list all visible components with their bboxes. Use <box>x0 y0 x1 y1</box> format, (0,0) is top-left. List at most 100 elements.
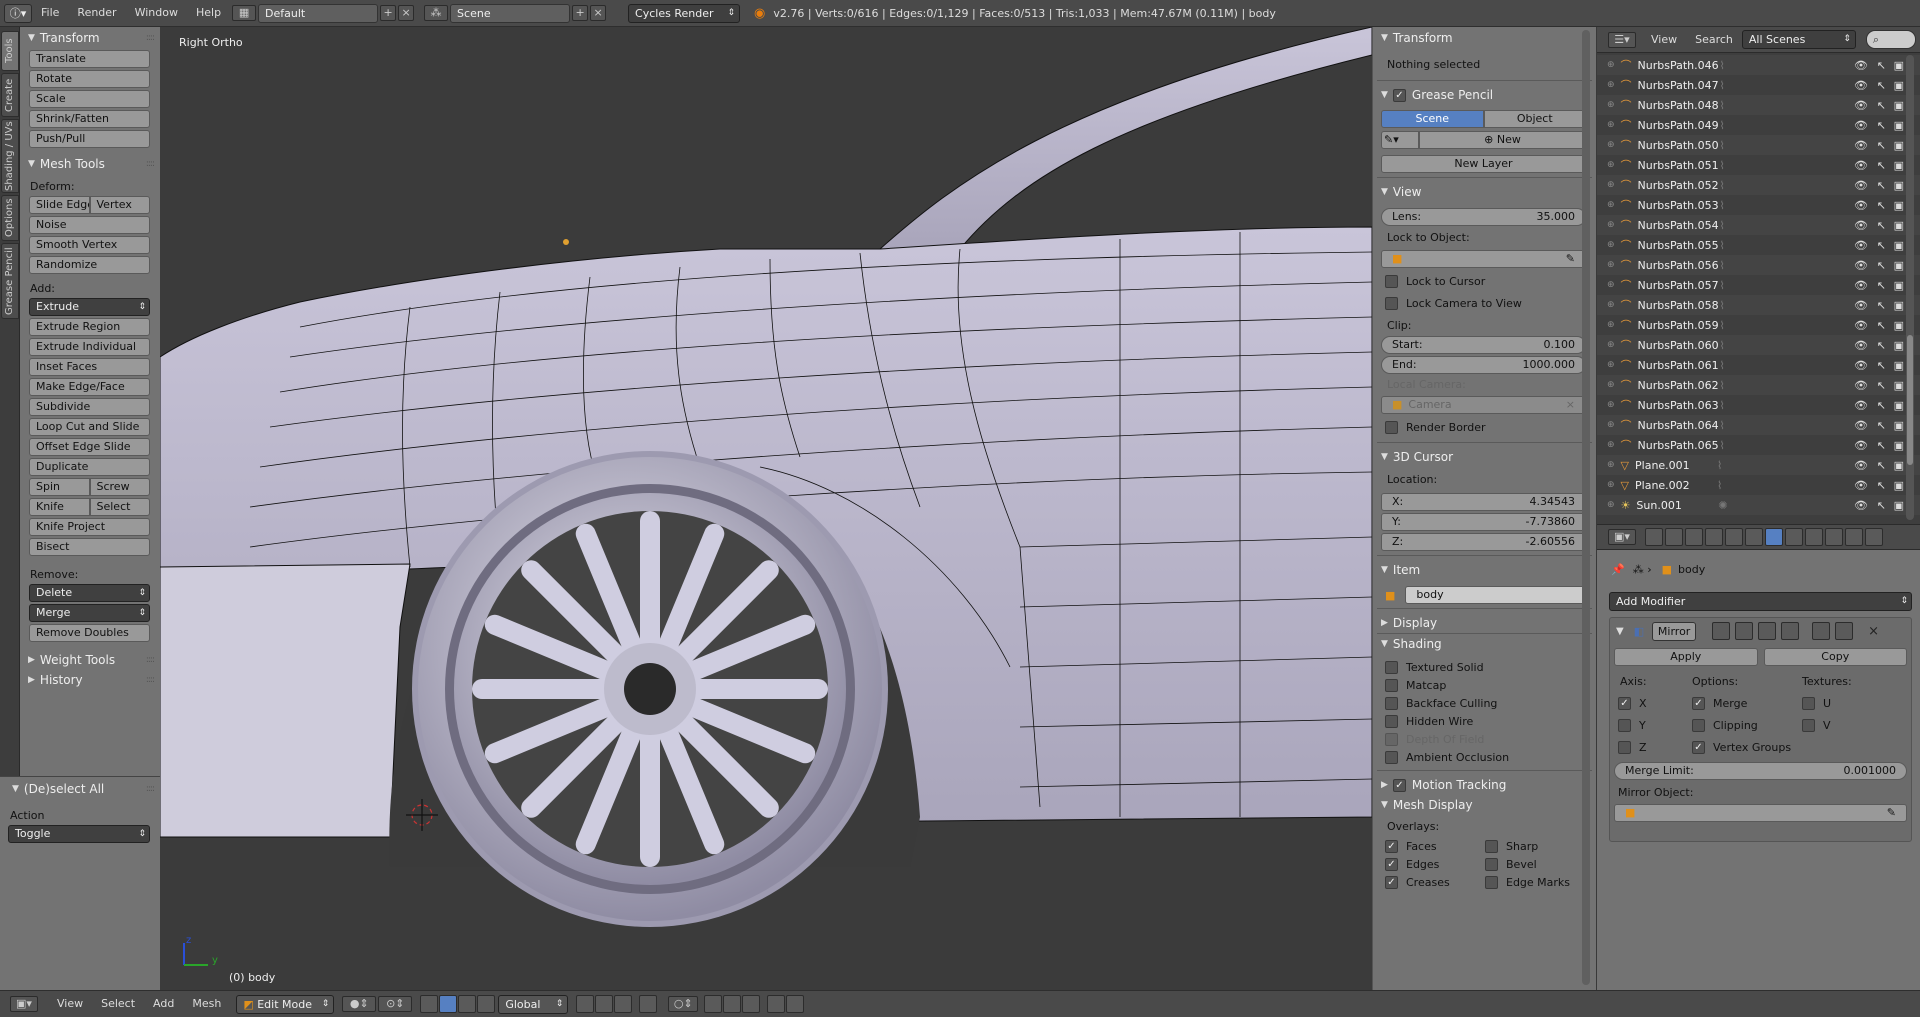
object-tab-icon[interactable] <box>1725 528 1743 546</box>
visibility-eye-icon[interactable]: 👁 <box>1854 439 1868 452</box>
move-up-icon[interactable] <box>1812 622 1831 640</box>
menu-mesh[interactable]: Mesh <box>183 991 230 1017</box>
tree-expand-icon[interactable]: ⊕ <box>1607 380 1615 390</box>
scene-tab-icon[interactable] <box>1685 528 1703 546</box>
outliner-editor-icon[interactable]: ☰▾ <box>1608 31 1636 48</box>
clip-end-field[interactable]: End: 1000.000 <box>1381 356 1586 374</box>
textured-solid-checkbox[interactable] <box>1385 660 1398 674</box>
render-preview-icon[interactable] <box>767 995 786 1013</box>
renderability-camera-icon[interactable]: ▣ <box>1894 179 1904 192</box>
matcap-option[interactable]: Matcap <box>1373 676 1596 694</box>
lock-to-cursor-checkbox[interactable] <box>1385 274 1398 288</box>
grip-icon[interactable]: :::: <box>146 670 155 690</box>
constraints-tab-icon[interactable] <box>1745 528 1763 546</box>
grip-icon[interactable]: :::: <box>146 28 155 48</box>
selectability-cursor-icon[interactable]: ↖ <box>1877 179 1886 192</box>
collapse-triangle-icon[interactable]: ▼ <box>1616 626 1624 637</box>
show-cage-icon[interactable] <box>1781 622 1800 640</box>
knife-select-button[interactable]: Select <box>89 498 150 516</box>
data-tab-icon[interactable] <box>1785 528 1803 546</box>
vertex-groups-checkbox[interactable]: ✓ <box>1692 740 1705 754</box>
tree-expand-icon[interactable]: ⊕ <box>1607 420 1615 430</box>
menu-select[interactable]: Select <box>92 991 144 1017</box>
item-header[interactable]: ▼Item:::: <box>1373 560 1596 580</box>
knife-project-button[interactable]: Knife Project <box>29 518 150 536</box>
visibility-eye-icon[interactable]: 👁 <box>1854 259 1868 272</box>
screw-button[interactable]: Screw <box>89 478 150 496</box>
visibility-eye-icon[interactable]: 👁 <box>1854 219 1868 232</box>
renderability-camera-icon[interactable]: ▣ <box>1894 99 1904 112</box>
mesh-display-header[interactable]: ▼Mesh Display:::: <box>1373 795 1596 815</box>
object-data-icon[interactable]: ⌇ <box>1720 439 1725 452</box>
merge-option[interactable]: ✓ Merge <box>1692 692 1802 714</box>
tree-expand-icon[interactable]: ⊕ <box>1607 160 1615 170</box>
scale-button[interactable]: Scale <box>29 90 150 108</box>
render-border-option[interactable]: Render Border <box>1373 416 1596 438</box>
outliner-row[interactable]: ⊕ ⌒ NurbsPath.062 ⌇ 👁 ↖ ▣ <box>1597 375 1920 395</box>
outliner-row[interactable]: ⊕ ⌒ NurbsPath.053 ⌇ 👁 ↖ ▣ <box>1597 195 1920 215</box>
outliner-row[interactable]: ⊕ ⌒ NurbsPath.061 ⌇ 👁 ↖ ▣ <box>1597 355 1920 375</box>
show-viewport-icon[interactable] <box>1735 622 1754 640</box>
view3d-editor-icon[interactable]: ▣▾ <box>10 996 38 1012</box>
renderability-camera-icon[interactable]: ▣ <box>1894 499 1904 512</box>
selectability-cursor-icon[interactable]: ↖ <box>1877 499 1886 512</box>
tree-expand-icon[interactable]: ⊕ <box>1607 60 1615 70</box>
snap-target-icon[interactable] <box>742 995 761 1013</box>
material-tab-icon[interactable] <box>1805 528 1823 546</box>
clipping-checkbox[interactable] <box>1692 718 1705 732</box>
clear-icon[interactable]: × <box>1566 397 1575 413</box>
shading-header[interactable]: ▼Shading:::: <box>1373 634 1596 654</box>
menu-help[interactable]: Help <box>187 0 230 26</box>
renderability-camera-icon[interactable]: ▣ <box>1894 459 1904 472</box>
pivot-point-icon[interactable]: ⊙⇕ <box>378 996 413 1012</box>
visibility-eye-icon[interactable]: 👁 <box>1854 159 1868 172</box>
show-render-icon[interactable] <box>1712 622 1731 640</box>
shrink-fatten-button[interactable]: Shrink/Fatten <box>29 110 150 128</box>
menu-add[interactable]: Add <box>144 991 183 1017</box>
orientation-select[interactable]: Global ⇕ <box>498 994 569 1014</box>
mirror-object-field[interactable]: ■ ✎ <box>1614 804 1907 822</box>
renderability-camera-icon[interactable]: ▣ <box>1894 219 1904 232</box>
creases-checkbox[interactable]: ✓ <box>1385 875 1398 889</box>
move-down-icon[interactable] <box>1835 622 1854 640</box>
add-layout-icon[interactable]: + <box>380 5 397 21</box>
world-tab-icon[interactable] <box>1705 528 1723 546</box>
sharp-checkbox[interactable] <box>1485 839 1498 853</box>
subdivide-button[interactable]: Subdivide <box>29 398 150 416</box>
selectability-cursor-icon[interactable]: ↖ <box>1877 79 1886 92</box>
menu-view[interactable]: View <box>48 991 92 1017</box>
renderability-camera-icon[interactable]: ▣ <box>1894 59 1904 72</box>
offset-edge-slide-button[interactable]: Offset Edge Slide <box>29 438 150 456</box>
clipping-option[interactable]: Clipping <box>1692 714 1802 736</box>
outliner-row[interactable]: ⊕ ▽ Plane.001 ⌇ 👁 ↖ ▣ <box>1597 455 1920 475</box>
proportional-edit-icon[interactable]: ○⇕ <box>668 996 699 1012</box>
display-header[interactable]: ▶Display:::: <box>1373 613 1596 633</box>
snap-toggle-icon[interactable] <box>704 995 723 1013</box>
knife-button[interactable]: Knife <box>29 498 90 516</box>
renderability-camera-icon[interactable]: ▣ <box>1894 379 1904 392</box>
outliner-row[interactable]: ⊕ ⌒ NurbsPath.055 ⌇ 👁 ↖ ▣ <box>1597 235 1920 255</box>
outliner-row[interactable]: ⊕ ☀ Sun.001 ✺ 👁 ↖ ▣ <box>1597 495 1920 515</box>
visibility-eye-icon[interactable]: 👁 <box>1854 239 1868 252</box>
tree-expand-icon[interactable]: ⊕ <box>1607 80 1615 90</box>
axis-y-checkbox[interactable] <box>1618 718 1631 732</box>
grease-pencil-checkbox[interactable]: ✓ <box>1392 88 1406 102</box>
edges-overlay-option[interactable]: ✓ Edges <box>1373 855 1473 873</box>
sharp-overlay-option[interactable]: Sharp <box>1473 837 1570 855</box>
object-data-icon[interactable]: ⌇ <box>1720 279 1725 292</box>
mode-select[interactable]: ◩ Edit Mode ⇕ <box>236 994 335 1014</box>
tab-tools[interactable]: Tools <box>1 31 19 71</box>
visibility-eye-icon[interactable]: 👁 <box>1854 179 1868 192</box>
renderability-camera-icon[interactable]: ▣ <box>1894 399 1904 412</box>
duplicate-button[interactable]: Duplicate <box>29 458 150 476</box>
lock-camera-option[interactable]: Lock Camera to View <box>1373 292 1596 314</box>
clip-start-field[interactable]: Start: 0.100 <box>1381 336 1586 354</box>
visibility-eye-icon[interactable]: 👁 <box>1854 479 1868 492</box>
outliner-row[interactable]: ⊕ ⌒ NurbsPath.049 ⌇ 👁 ↖ ▣ <box>1597 115 1920 135</box>
backface-culling-option[interactable]: Backface Culling <box>1373 694 1596 712</box>
hidden-wire-checkbox[interactable] <box>1385 714 1398 728</box>
lens-field[interactable]: Lens: 35.000 <box>1381 208 1586 226</box>
tree-expand-icon[interactable]: ⊕ <box>1607 260 1615 270</box>
depth-of-field-option[interactable]: Depth Of Field <box>1373 730 1596 748</box>
rotate-button[interactable]: Rotate <box>29 70 150 88</box>
